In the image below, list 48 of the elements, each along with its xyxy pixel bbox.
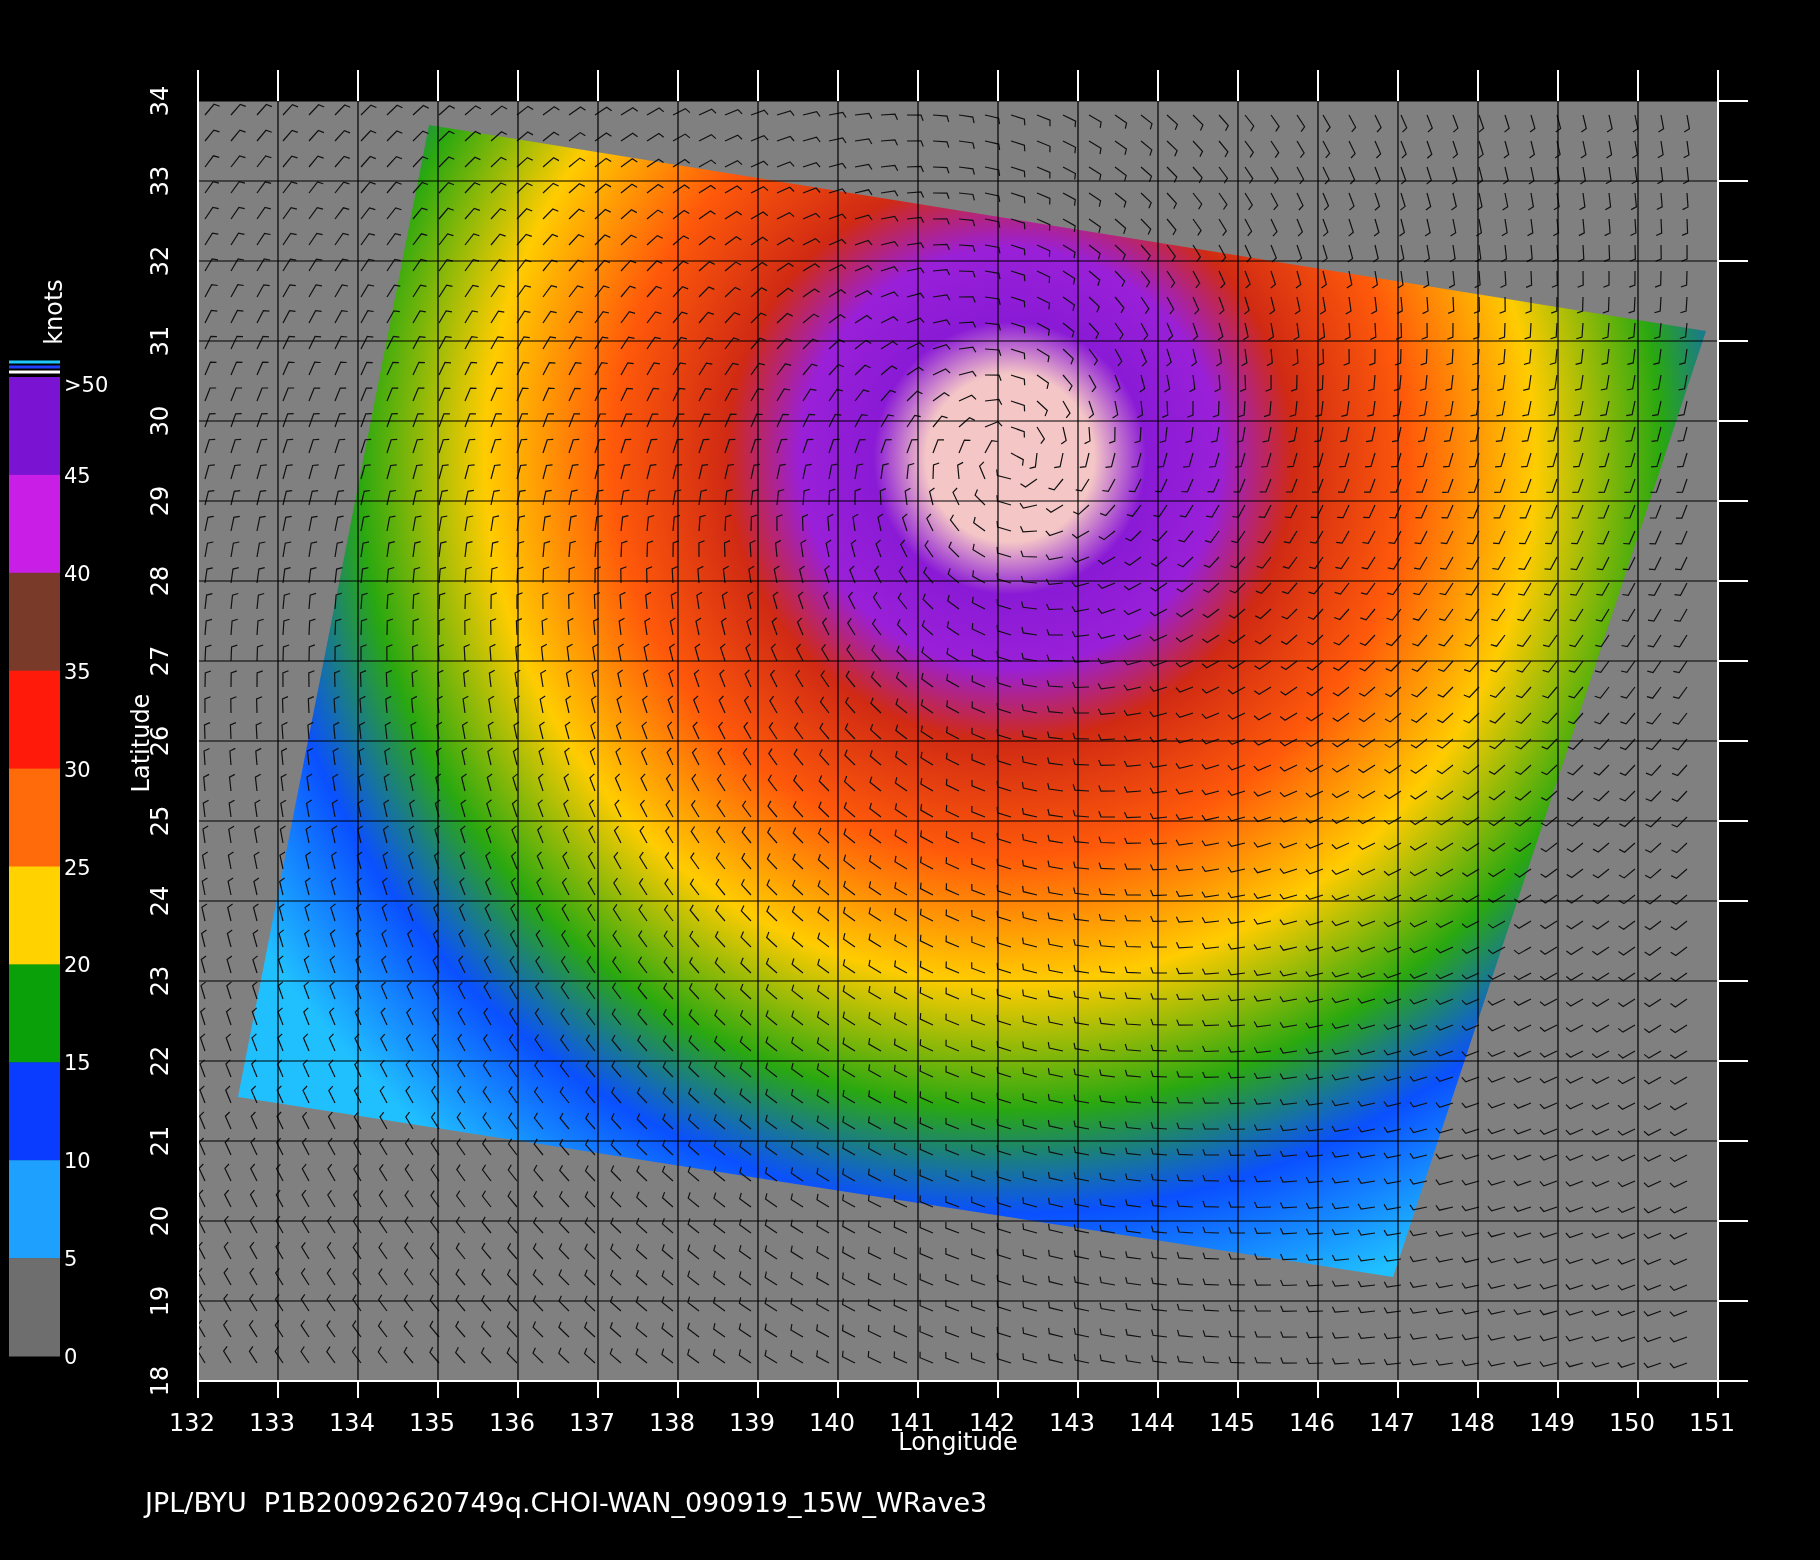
- y-tick-label: 22: [146, 1045, 174, 1077]
- x-tick-label: 149: [1529, 1409, 1575, 1437]
- colorbar-unit: knots: [40, 279, 68, 345]
- x-tick-label: 135: [409, 1409, 455, 1437]
- x-tick-label: 133: [249, 1409, 295, 1437]
- colorbar-label: 15: [64, 1051, 91, 1076]
- colorbar-label: 0: [64, 1345, 78, 1369]
- y-tick-label: 27: [146, 645, 174, 677]
- y-tick-label: 28: [146, 565, 174, 597]
- x-tick-label: 134: [329, 1409, 375, 1437]
- y-tick-label: 33: [146, 165, 174, 197]
- y-tick-label: 19: [146, 1285, 174, 1317]
- y-tick-label: 32: [146, 245, 174, 277]
- x-tick-label: 150: [1609, 1409, 1655, 1437]
- x-tick-label: 140: [809, 1409, 855, 1437]
- y-tick-label: 18: [146, 1365, 174, 1397]
- x-tick-label: 148: [1449, 1409, 1495, 1437]
- colorbar-label: 25: [64, 855, 91, 880]
- x-tick-label: 151: [1689, 1409, 1735, 1437]
- x-tick-label: 145: [1209, 1409, 1255, 1437]
- y-tick-label: 24: [146, 885, 174, 917]
- y-tick-label: 29: [146, 485, 174, 517]
- y-tick-label: 25: [146, 805, 174, 837]
- x-tick-label: 138: [649, 1409, 695, 1437]
- x-tick-label: 139: [729, 1409, 775, 1437]
- x-tick-label: 132: [169, 1409, 215, 1437]
- y-tick-label: 20: [146, 1205, 174, 1237]
- y-tick-label: 34: [146, 85, 174, 117]
- x-tick-label: 137: [569, 1409, 615, 1437]
- colorbar-label: 30: [64, 757, 91, 782]
- x-tick-label: 144: [1129, 1409, 1175, 1437]
- figure-caption: JPL/BYU P1B20092620749q.CHOI-WAN_090919_15W_WRave3: [145, 1487, 988, 1518]
- y-tick-label: 21: [146, 1125, 174, 1157]
- y-tick-label: 30: [146, 405, 174, 437]
- colorbar-label: 20: [64, 953, 91, 978]
- colorbar-lines-drawing: [9, 360, 60, 374]
- x-tick-label: 143: [1049, 1409, 1095, 1437]
- x-tick-label: 136: [489, 1409, 535, 1437]
- colorbar-label: 10: [64, 1149, 91, 1174]
- colorbar-label: >50: [64, 373, 109, 397]
- colorbar-label: 35: [64, 659, 91, 684]
- colorbar-label: 45: [64, 463, 91, 488]
- x-tick-label: 147: [1369, 1409, 1415, 1437]
- y-tick-label: 23: [146, 965, 174, 997]
- colorbar-label: 5: [64, 1247, 78, 1272]
- colorbar-label: 40: [64, 561, 91, 586]
- y-tick-label: 31: [146, 325, 174, 357]
- x-tick-label: 146: [1289, 1409, 1335, 1437]
